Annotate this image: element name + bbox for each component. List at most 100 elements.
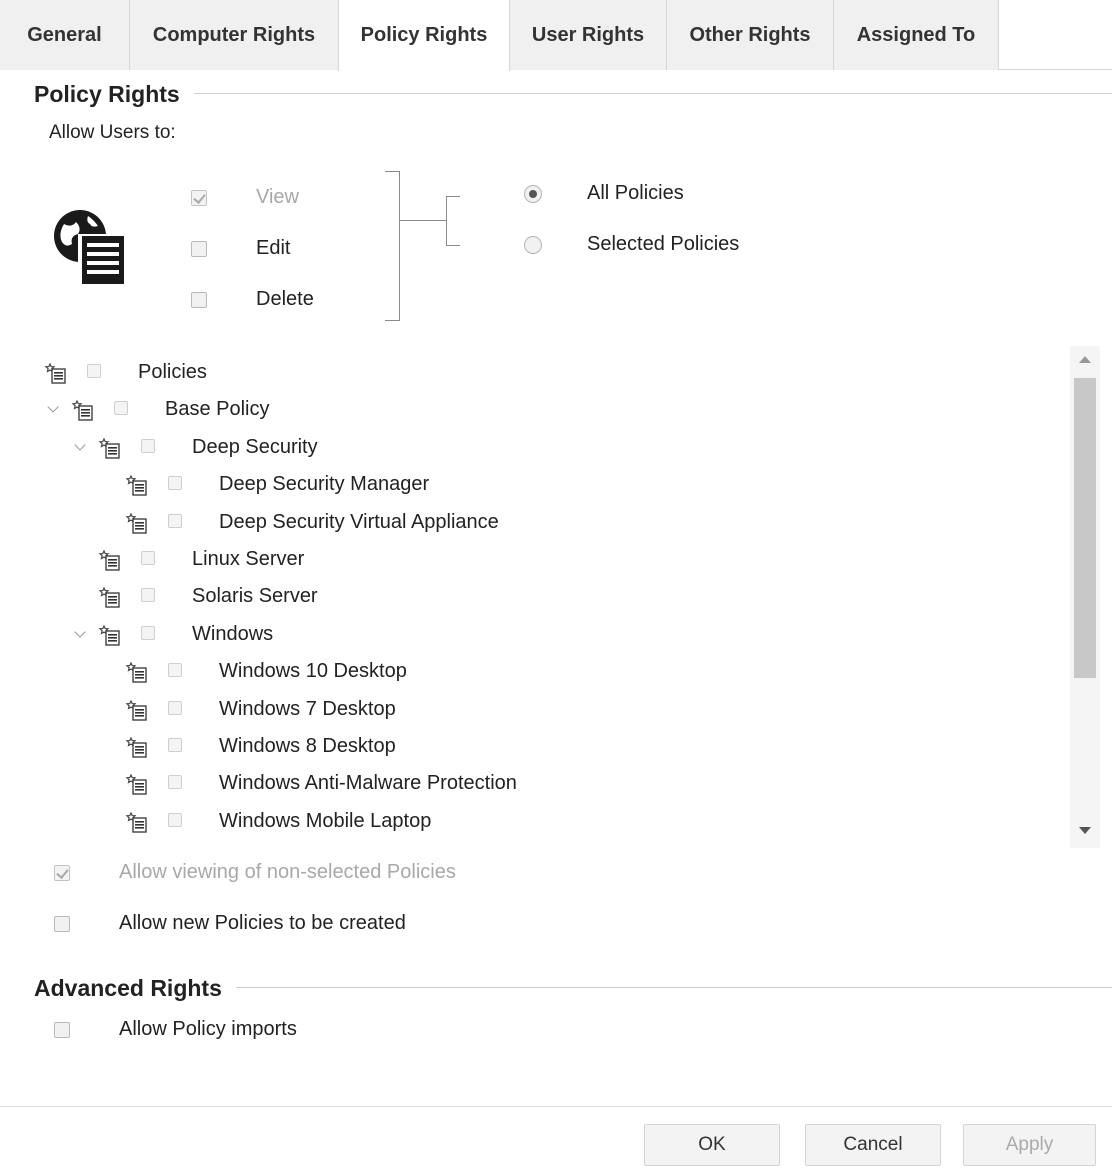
- tree-row[interactable]: Windows 10 Desktop: [36, 654, 1066, 690]
- tree-checkbox[interactable]: [168, 700, 182, 715]
- allow-viewing-non-selected-label: Allow viewing of non-selected Policies: [119, 861, 456, 883]
- tree-row[interactable]: Windows: [36, 617, 1066, 653]
- tree-checkbox[interactable]: [141, 438, 155, 453]
- tree-label: Windows 8 Desktop: [219, 735, 396, 757]
- tab-other-rights[interactable]: Other Rights: [666, 0, 834, 70]
- policy-icon: [98, 548, 122, 572]
- ok-button[interactable]: OK: [644, 1124, 780, 1166]
- tab-computer-rights[interactable]: Computer Rights: [129, 0, 339, 70]
- tab-bar: General Computer Rights Policy Rights Us…: [0, 0, 1112, 71]
- tree-label: Linux Server: [192, 548, 305, 570]
- policy-icon: [125, 810, 149, 834]
- chevron-down-icon[interactable]: [47, 401, 59, 414]
- tree-label: Base Policy: [165, 398, 270, 421]
- policy-icon: [125, 698, 149, 722]
- tree-row[interactable]: Windows 7 Desktop: [36, 692, 1066, 728]
- globe-document-icon: [50, 206, 130, 286]
- selected-policies-label: Selected Policies: [587, 233, 740, 255]
- apply-button[interactable]: Apply: [963, 1124, 1096, 1166]
- tab-label: Assigned To: [856, 23, 976, 46]
- tab-label: Computer Rights: [152, 23, 316, 46]
- tab-user-rights[interactable]: User Rights: [509, 0, 667, 70]
- policy-icon: [125, 473, 149, 497]
- cancel-button[interactable]: Cancel: [805, 1124, 941, 1166]
- allow-policy-imports-label: Allow Policy imports: [119, 1018, 297, 1040]
- tree-row[interactable]: Deep Security Manager: [36, 467, 1066, 503]
- tree-row[interactable]: Windows 8 Desktop: [36, 729, 1066, 765]
- tree-scrollbar[interactable]: [1070, 346, 1100, 848]
- chevron-down-icon[interactable]: [74, 439, 86, 451]
- policy-icon: [125, 660, 149, 684]
- bracket-connector: [446, 196, 460, 246]
- tree-row[interactable]: Deep Security: [36, 430, 1066, 466]
- allow-policy-imports-checkbox[interactable]: [54, 1022, 70, 1038]
- tree-label: Windows Anti-Malware Protection: [219, 772, 517, 795]
- delete-label: Delete: [256, 288, 314, 310]
- tree-label: Deep Security: [192, 435, 318, 458]
- tree-checkbox[interactable]: [87, 364, 101, 378]
- tree-checkbox[interactable]: [141, 588, 155, 603]
- section-title-policy-rights: Policy Rights: [34, 81, 194, 108]
- tree-row[interactable]: Windows Mobile Laptop: [36, 804, 1066, 840]
- tree-checkbox[interactable]: [168, 663, 182, 678]
- footer-divider: [0, 1106, 1112, 1107]
- all-policies-radio[interactable]: [524, 185, 542, 203]
- tree-checkbox[interactable]: [168, 812, 182, 827]
- policy-icon: [44, 361, 68, 385]
- tree-label: Windows 7 Desktop: [219, 697, 396, 720]
- tab-policy-rights[interactable]: Policy Rights: [338, 0, 510, 71]
- edit-checkbox[interactable]: [191, 241, 207, 257]
- selected-policies-radio[interactable]: [524, 236, 542, 254]
- tree-label: Deep Security Virtual Appliance: [219, 510, 499, 533]
- section-title-advanced-rights: Advanced Rights: [34, 975, 236, 1002]
- tab-bar-filler: [998, 0, 1112, 70]
- tree-checkbox[interactable]: [168, 738, 182, 752]
- tab-label: User Rights: [531, 23, 645, 46]
- tree-row[interactable]: Linux Server: [36, 542, 1066, 578]
- tree-row[interactable]: Windows Anti-Malware Protection: [36, 766, 1066, 802]
- tree-checkbox[interactable]: [168, 513, 182, 528]
- tree-checkbox[interactable]: [168, 775, 182, 790]
- tab-label: General: [27, 23, 102, 46]
- scroll-down-icon[interactable]: [1079, 827, 1091, 834]
- chevron-down-icon[interactable]: [74, 626, 86, 638]
- allow-users-label: Allow Users to:: [49, 122, 176, 143]
- policy-icon: [125, 735, 149, 759]
- view-checkbox[interactable]: [191, 190, 207, 206]
- tab-label: Other Rights: [689, 23, 811, 46]
- tree-checkbox[interactable]: [141, 551, 155, 565]
- tab-label: Policy Rights: [360, 24, 488, 46]
- tree-label: Solaris Server: [192, 585, 318, 608]
- allow-new-policies-checkbox[interactable]: [54, 916, 70, 932]
- tree-label: Deep Security Manager: [219, 473, 430, 496]
- allow-new-policies-label: Allow new Policies to be created: [119, 912, 406, 934]
- tree-label: Windows 10 Desktop: [219, 660, 407, 683]
- tree-label: Policies: [138, 361, 207, 383]
- tree-label: Windows Mobile Laptop: [219, 809, 432, 832]
- scroll-up-icon[interactable]: [1079, 356, 1091, 363]
- scroll-thumb[interactable]: [1074, 378, 1096, 678]
- all-policies-label: All Policies: [587, 182, 684, 204]
- policy-icon: [98, 623, 122, 647]
- policy-icon: [125, 511, 149, 535]
- allow-viewing-non-selected-checkbox[interactable]: [54, 865, 70, 881]
- tab-general[interactable]: General: [0, 0, 130, 70]
- tree-row[interactable]: Base Policy: [36, 392, 1066, 428]
- section-divider: [34, 93, 1112, 94]
- policy-icon: [71, 398, 95, 422]
- bracket-connector: [385, 171, 400, 321]
- tree-row[interactable]: Deep Security Virtual Appliance: [36, 505, 1066, 541]
- tree-checkbox[interactable]: [168, 476, 182, 491]
- tree-checkbox[interactable]: [114, 401, 128, 416]
- tree-label: Windows: [192, 622, 274, 645]
- policy-tree[interactable]: Policies Base Policy Deep Security Deep Sec…: [36, 346, 1100, 848]
- tree-row[interactable]: Policies: [36, 355, 1066, 391]
- tree-row[interactable]: Solaris Server: [36, 579, 1066, 615]
- bracket-connector: [400, 220, 446, 221]
- delete-checkbox[interactable]: [191, 292, 207, 308]
- tab-assigned-to[interactable]: Assigned To: [833, 0, 999, 70]
- policy-icon: [125, 772, 149, 796]
- view-label: View: [256, 186, 299, 208]
- tree-checkbox[interactable]: [141, 625, 155, 640]
- policy-icon: [98, 436, 122, 460]
